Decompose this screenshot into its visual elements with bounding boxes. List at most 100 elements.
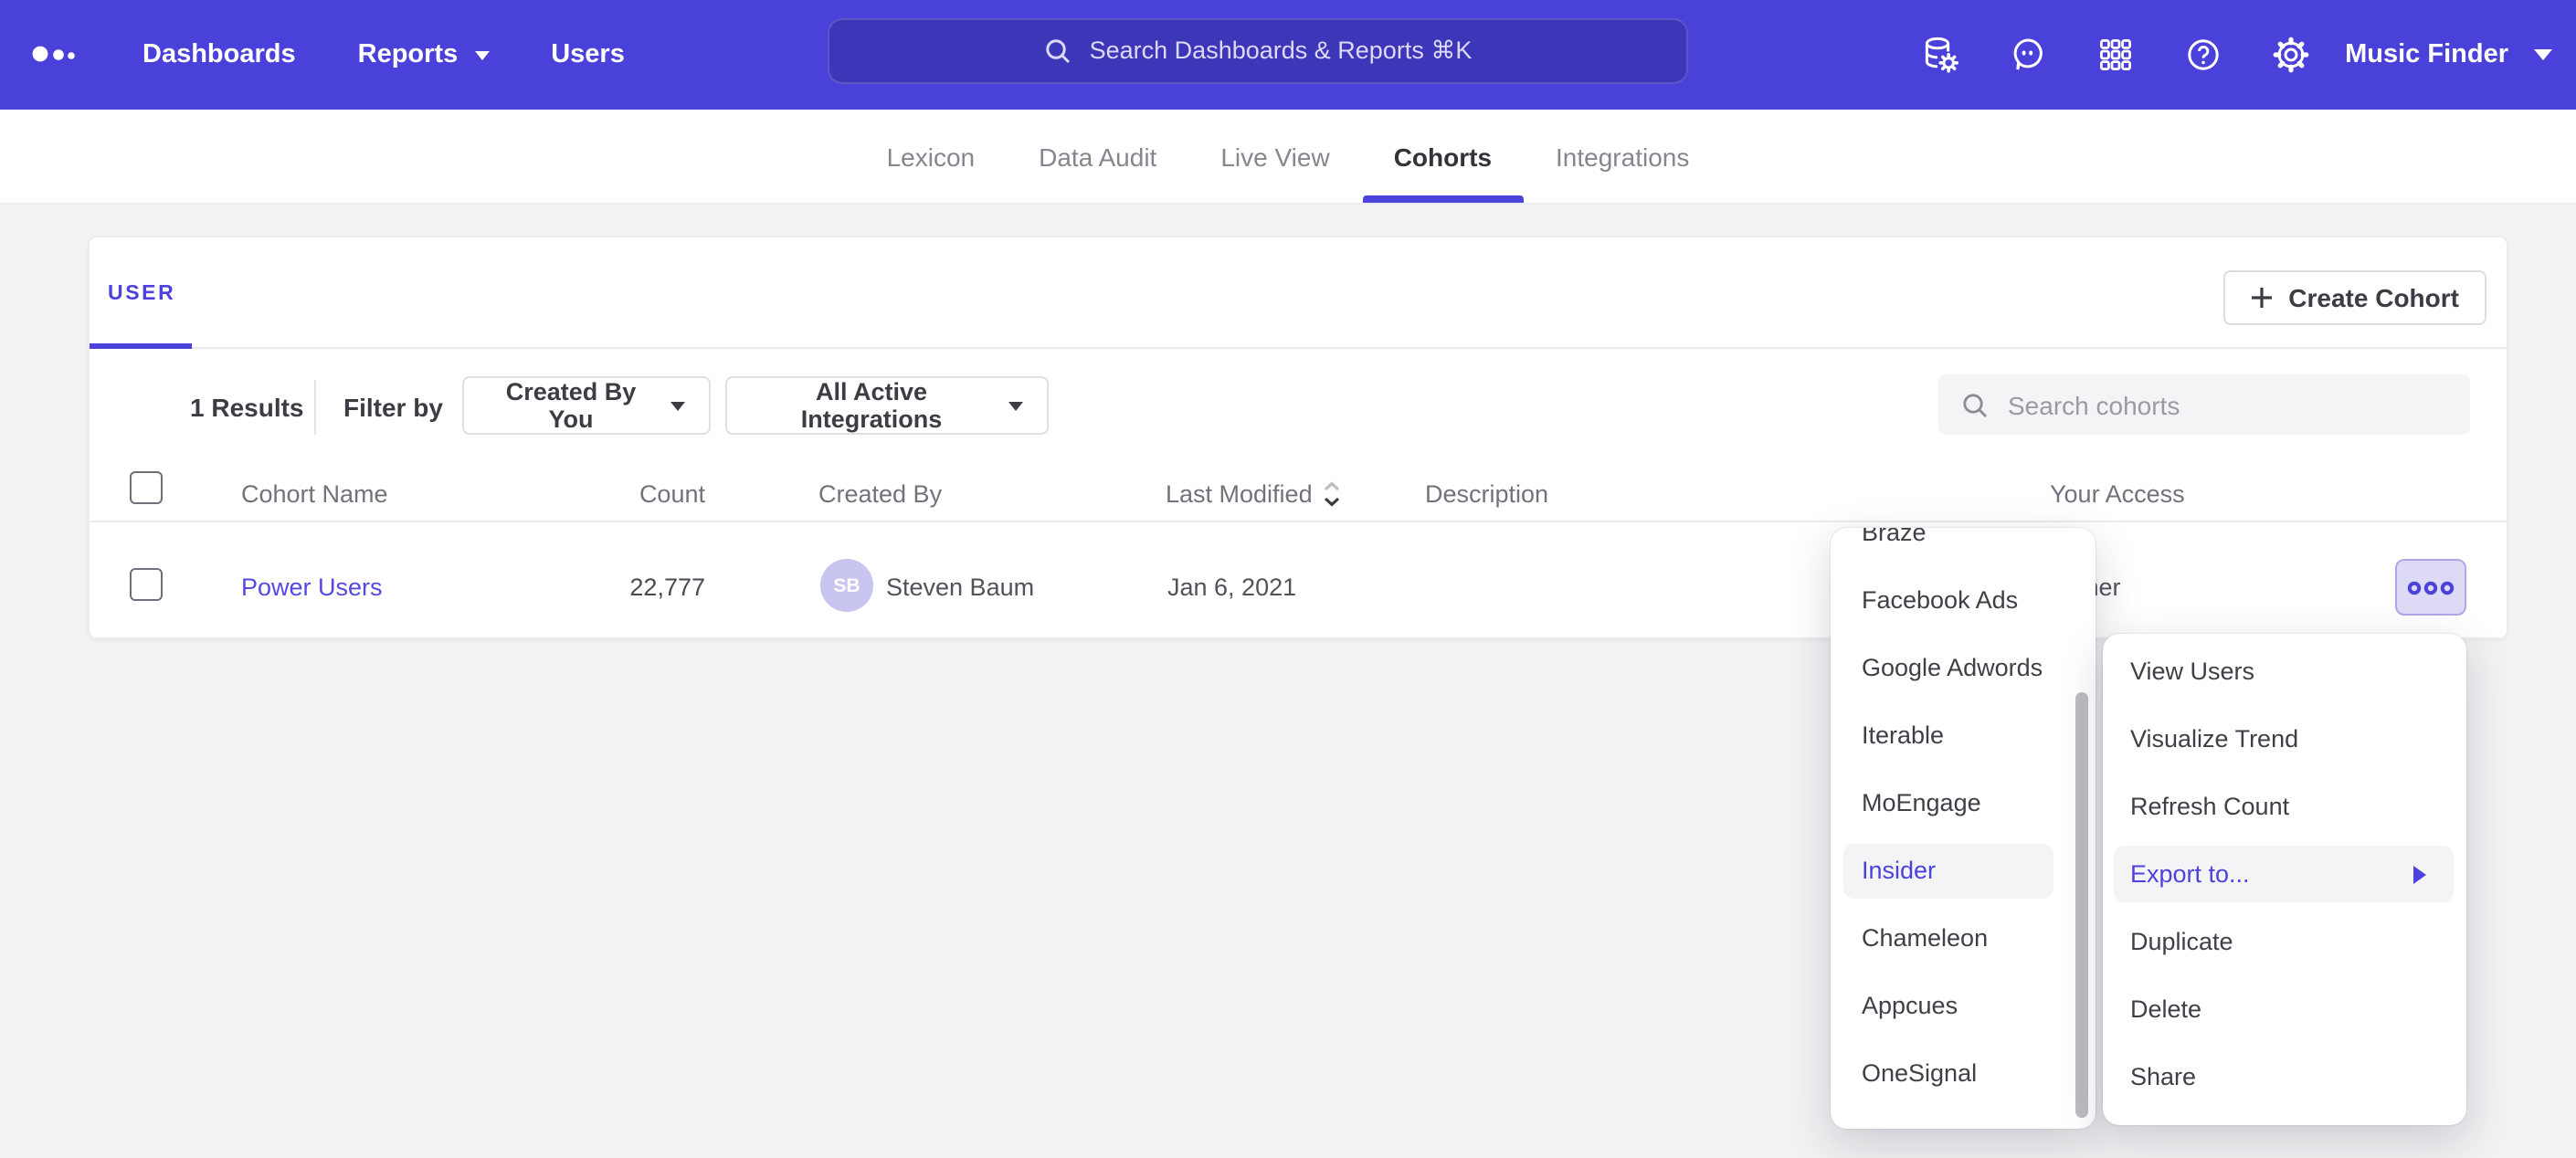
tab-cohorts[interactable]: Cohorts bbox=[1394, 110, 1492, 203]
create-cohort-button[interactable]: Create Cohort bbox=[2222, 270, 2486, 325]
menu-item-refresh-count[interactable]: Refresh Count bbox=[2103, 773, 2466, 840]
export-submenu-list: Braze Facebook Ads Google Adwords Iterable M… bbox=[1831, 528, 2096, 1107]
user-tab-label: USER bbox=[108, 283, 175, 305]
column-header-count[interactable]: Count bbox=[565, 480, 705, 508]
scrollbar-thumb[interactable] bbox=[2075, 692, 2088, 1118]
sort-indicator-icon bbox=[1324, 480, 1342, 508]
export-target-label: Braze bbox=[1862, 528, 1927, 546]
secondary-tabs: Lexicon Data Audit Live View Cohorts Integra… bbox=[0, 110, 2576, 205]
export-target-iterable[interactable]: Iterable bbox=[1831, 701, 2096, 769]
menu-item-view-users[interactable]: View Users bbox=[2103, 637, 2466, 705]
settings-icon[interactable] bbox=[2270, 35, 2310, 75]
export-target-label: Chameleon bbox=[1862, 924, 1988, 952]
cohort-count: 22,777 bbox=[565, 574, 705, 601]
tab-live-view[interactable]: Live View bbox=[1220, 110, 1329, 203]
menu-item-label: Share bbox=[2130, 1063, 2196, 1090]
apps-grid-icon[interactable] bbox=[2095, 35, 2135, 75]
search-icon bbox=[1960, 390, 1990, 419]
table-row: Power Users 22,777 SB Steven Baum Jan 6,… bbox=[90, 521, 2507, 639]
select-all-checkbox[interactable] bbox=[130, 471, 163, 504]
export-target-label: Insider bbox=[1862, 857, 1936, 884]
divider bbox=[314, 380, 316, 435]
nav-link-label: Reports bbox=[358, 40, 459, 69]
export-to-submenu: Braze Facebook Ads Google Adwords Iterable M… bbox=[1831, 528, 2096, 1129]
export-target-onesignal[interactable]: OneSignal bbox=[1831, 1039, 2096, 1107]
table-header: Cohort Name Count Created By Last Modifi… bbox=[90, 471, 2507, 521]
export-target-chameleon[interactable]: Chameleon bbox=[1831, 904, 2096, 972]
active-tab-underline bbox=[90, 342, 192, 349]
top-navbar: Dashboards Reports Users Search Dashboards… bbox=[0, 0, 2576, 110]
export-target-label: Iterable bbox=[1862, 721, 1944, 749]
row-context-menu: View Users Visualize Trend Refresh Count Ex… bbox=[2103, 634, 2466, 1125]
filter-integrations-value: All Active Integrations bbox=[751, 378, 992, 433]
global-search[interactable]: Search Dashboards & Reports ⌘K bbox=[828, 18, 1688, 84]
feedback-icon[interactable] bbox=[2007, 35, 2047, 75]
column-header-cohort-name[interactable]: Cohort Name bbox=[241, 480, 388, 508]
menu-item-duplicate[interactable]: Duplicate bbox=[2103, 908, 2466, 975]
export-target-label: Appcues bbox=[1862, 992, 1958, 1019]
cohort-search-input[interactable] bbox=[2008, 390, 2448, 419]
column-header-created-by[interactable]: Created By bbox=[818, 480, 942, 508]
cohort-name-link[interactable]: Power Users bbox=[241, 574, 383, 601]
created-by-name: Steven Baum bbox=[886, 574, 1034, 601]
column-header-last-modified[interactable]: Last Modified bbox=[1166, 480, 1342, 508]
nav-link-reports[interactable]: Reports bbox=[358, 40, 490, 69]
export-target-moengage[interactable]: MoEngage bbox=[1831, 769, 2096, 837]
navbar-actions: Music Finder bbox=[1872, 0, 2552, 110]
menu-item-label: Duplicate bbox=[2130, 928, 2233, 955]
nav-link-label: Dashboards bbox=[143, 40, 296, 69]
menu-item-label: Delete bbox=[2130, 995, 2201, 1023]
avatar: SB bbox=[820, 559, 873, 612]
menu-item-delete[interactable]: Delete bbox=[2103, 975, 2466, 1043]
menu-item-label: Refresh Count bbox=[2130, 793, 2289, 820]
app-root: Dashboards Reports Users Search Dashboards… bbox=[0, 0, 2576, 1158]
filter-created-by-value: Created By You bbox=[488, 378, 654, 433]
data-gear-icon[interactable] bbox=[1919, 35, 1959, 75]
create-cohort-label: Create Cohort bbox=[2288, 283, 2459, 312]
export-target-braze[interactable]: Braze bbox=[1831, 528, 2096, 566]
nav-link-label: Users bbox=[551, 40, 625, 69]
export-target-label: Google Adwords bbox=[1862, 654, 2043, 681]
column-header-description[interactable]: Description bbox=[1425, 480, 1548, 508]
chevron-down-icon bbox=[670, 401, 685, 410]
menu-item-label: View Users bbox=[2130, 658, 2254, 685]
cohorts-card: USER Create Cohort 1 Results Filter by C… bbox=[88, 236, 2508, 639]
menu-item-visualize-trend[interactable]: Visualize Trend bbox=[2103, 705, 2466, 773]
chevron-down-icon bbox=[474, 50, 489, 59]
menu-item-label: Export to... bbox=[2130, 860, 2250, 888]
nav-links: Dashboards Reports Users bbox=[143, 0, 625, 110]
tab-lexicon[interactable]: Lexicon bbox=[887, 110, 976, 203]
chevron-down-icon bbox=[2534, 49, 2552, 60]
tab-data-audit[interactable]: Data Audit bbox=[1039, 110, 1156, 203]
global-search-placeholder: Search Dashboards & Reports ⌘K bbox=[1090, 37, 1473, 66]
export-target-insider[interactable]: Insider bbox=[1831, 837, 2096, 904]
export-target-google-adwords[interactable]: Google Adwords bbox=[1831, 634, 2096, 701]
tab-user-cohorts[interactable]: USER bbox=[108, 283, 175, 305]
chevron-down-icon bbox=[1008, 401, 1023, 410]
help-icon[interactable] bbox=[2182, 35, 2222, 75]
menu-item-share[interactable]: Share bbox=[2103, 1043, 2466, 1111]
search-icon bbox=[1044, 37, 1073, 66]
row-more-actions-button[interactable] bbox=[2395, 559, 2466, 616]
tab-integrations[interactable]: Integrations bbox=[1556, 110, 1689, 203]
menu-item-export-to[interactable]: Export to... bbox=[2103, 840, 2466, 908]
export-target-label: OneSignal bbox=[1862, 1059, 1977, 1087]
filter-created-by-dropdown[interactable]: Created By You bbox=[462, 376, 711, 435]
results-count: 1 Results bbox=[190, 393, 304, 422]
project-picker[interactable]: Music Finder bbox=[2345, 40, 2552, 69]
export-target-label: Facebook Ads bbox=[1862, 586, 2018, 614]
export-target-appcues[interactable]: Appcues bbox=[1831, 972, 2096, 1039]
filter-integrations-dropdown[interactable]: All Active Integrations bbox=[725, 376, 1049, 435]
nav-link-dashboards[interactable]: Dashboards bbox=[143, 40, 296, 69]
filter-by-label: Filter by bbox=[343, 393, 443, 422]
chevron-right-icon bbox=[2413, 865, 2426, 883]
context-menu-list: View Users Visualize Trend Refresh Count Ex… bbox=[2103, 637, 2466, 1111]
nav-link-users[interactable]: Users bbox=[551, 40, 625, 69]
column-header-your-access[interactable]: Your Access bbox=[2050, 480, 2185, 508]
row-checkbox[interactable] bbox=[130, 568, 163, 601]
plus-icon bbox=[2250, 287, 2272, 309]
last-modified-date: Jan 6, 2021 bbox=[1167, 574, 1296, 601]
mixpanel-dots-logo[interactable] bbox=[26, 37, 88, 73]
export-target-facebook-ads[interactable]: Facebook Ads bbox=[1831, 566, 2096, 634]
project-name: Music Finder bbox=[2345, 40, 2508, 69]
